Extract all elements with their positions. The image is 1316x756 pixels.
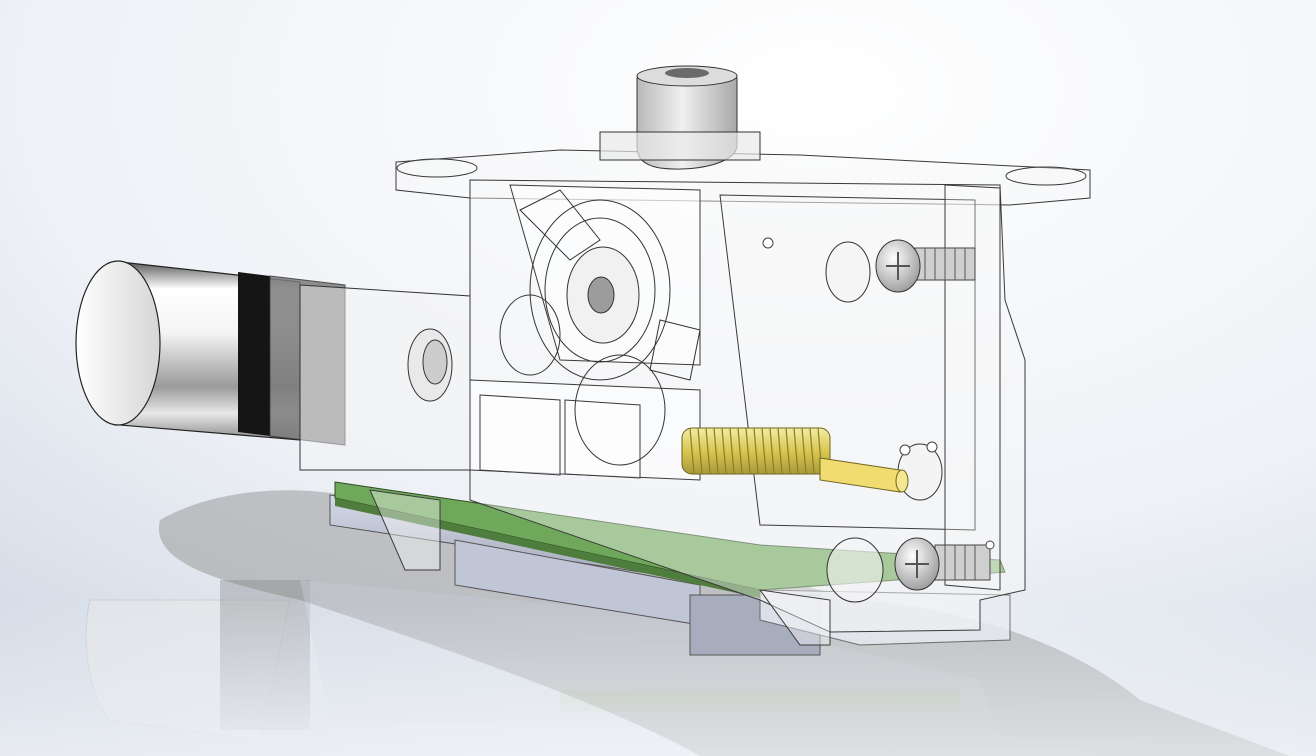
output-bearing: [566, 246, 640, 344]
motor-front-housing: [299, 284, 471, 471]
model-render: [0, 0, 1316, 756]
lead-spring: [681, 427, 831, 475]
cad-viewport[interactable]: [0, 0, 1316, 756]
